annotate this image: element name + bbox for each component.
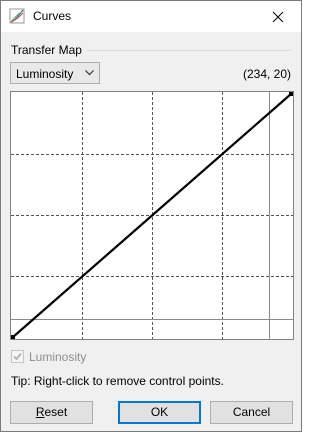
tip-text: Tip: Right-click to remove control point…: [11, 374, 224, 388]
luminosity-checkbox-label: Luminosity: [29, 350, 87, 364]
cancel-button[interactable]: Cancel: [210, 401, 293, 424]
transfer-curve[interactable]: [12, 93, 292, 338]
close-button[interactable]: [255, 1, 301, 32]
curve-editor[interactable]: [10, 91, 294, 340]
reset-button[interactable]: Reset: [10, 401, 93, 424]
curve-canvas[interactable]: [11, 92, 293, 339]
mode-dropdown[interactable]: Luminosity: [10, 62, 100, 84]
close-icon: [272, 11, 284, 22]
control-point[interactable]: [289, 92, 293, 96]
ok-button[interactable]: OK: [118, 401, 201, 424]
window-title: Curves: [33, 9, 72, 23]
transfer-map-label: Transfer Map: [11, 43, 82, 57]
control-point[interactable]: [11, 335, 15, 339]
luminosity-checkbox[interactable]: [11, 350, 24, 363]
checkmark-icon: [13, 353, 22, 361]
group-separator: [87, 50, 292, 51]
chevron-down-icon: [85, 70, 94, 76]
coordinate-readout: (234, 20): [242, 67, 291, 81]
mode-dropdown-value: Luminosity: [16, 67, 74, 81]
title-bar: Curves: [1, 1, 301, 32]
curves-dialog: Curves Transfer Map Luminosity (234, 20): [0, 0, 302, 432]
curves-app-icon: [9, 8, 25, 24]
